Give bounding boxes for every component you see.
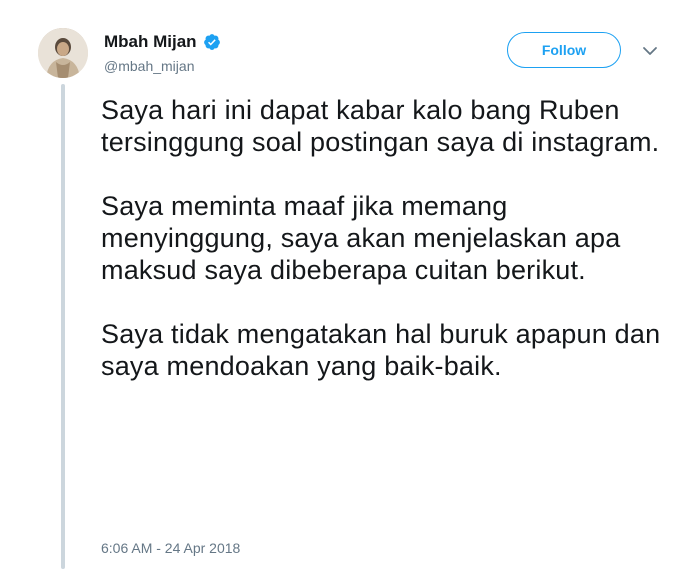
tweet-paragraph: Saya meminta maaf jika memang menyinggun…: [101, 191, 621, 285]
tweet-text: Saya hari ini dapat kabar kalo bang Rube…: [101, 94, 681, 414]
verified-badge-icon: [203, 33, 221, 51]
author-name-row: Mbah Mijan: [104, 32, 221, 52]
chevron-down-icon[interactable]: [642, 44, 658, 56]
tweet-paragraph: Saya tidak mengatakan hal buruk apapun d…: [101, 319, 661, 381]
tweet-timestamp[interactable]: 6:06 AM - 24 Apr 2018: [101, 540, 240, 556]
thread-line: [61, 84, 65, 569]
follow-button[interactable]: Follow: [507, 32, 621, 68]
display-name[interactable]: Mbah Mijan: [104, 32, 197, 52]
tweet-card: Mbah Mijan @mbah_mijan Follow Saya hari …: [0, 0, 700, 569]
avatar-photo-icon: [38, 28, 88, 78]
author-handle[interactable]: @mbah_mijan: [104, 58, 194, 74]
tweet-paragraph: Saya hari ini dapat kabar kalo bang Rube…: [101, 95, 660, 157]
avatar[interactable]: [38, 28, 88, 78]
